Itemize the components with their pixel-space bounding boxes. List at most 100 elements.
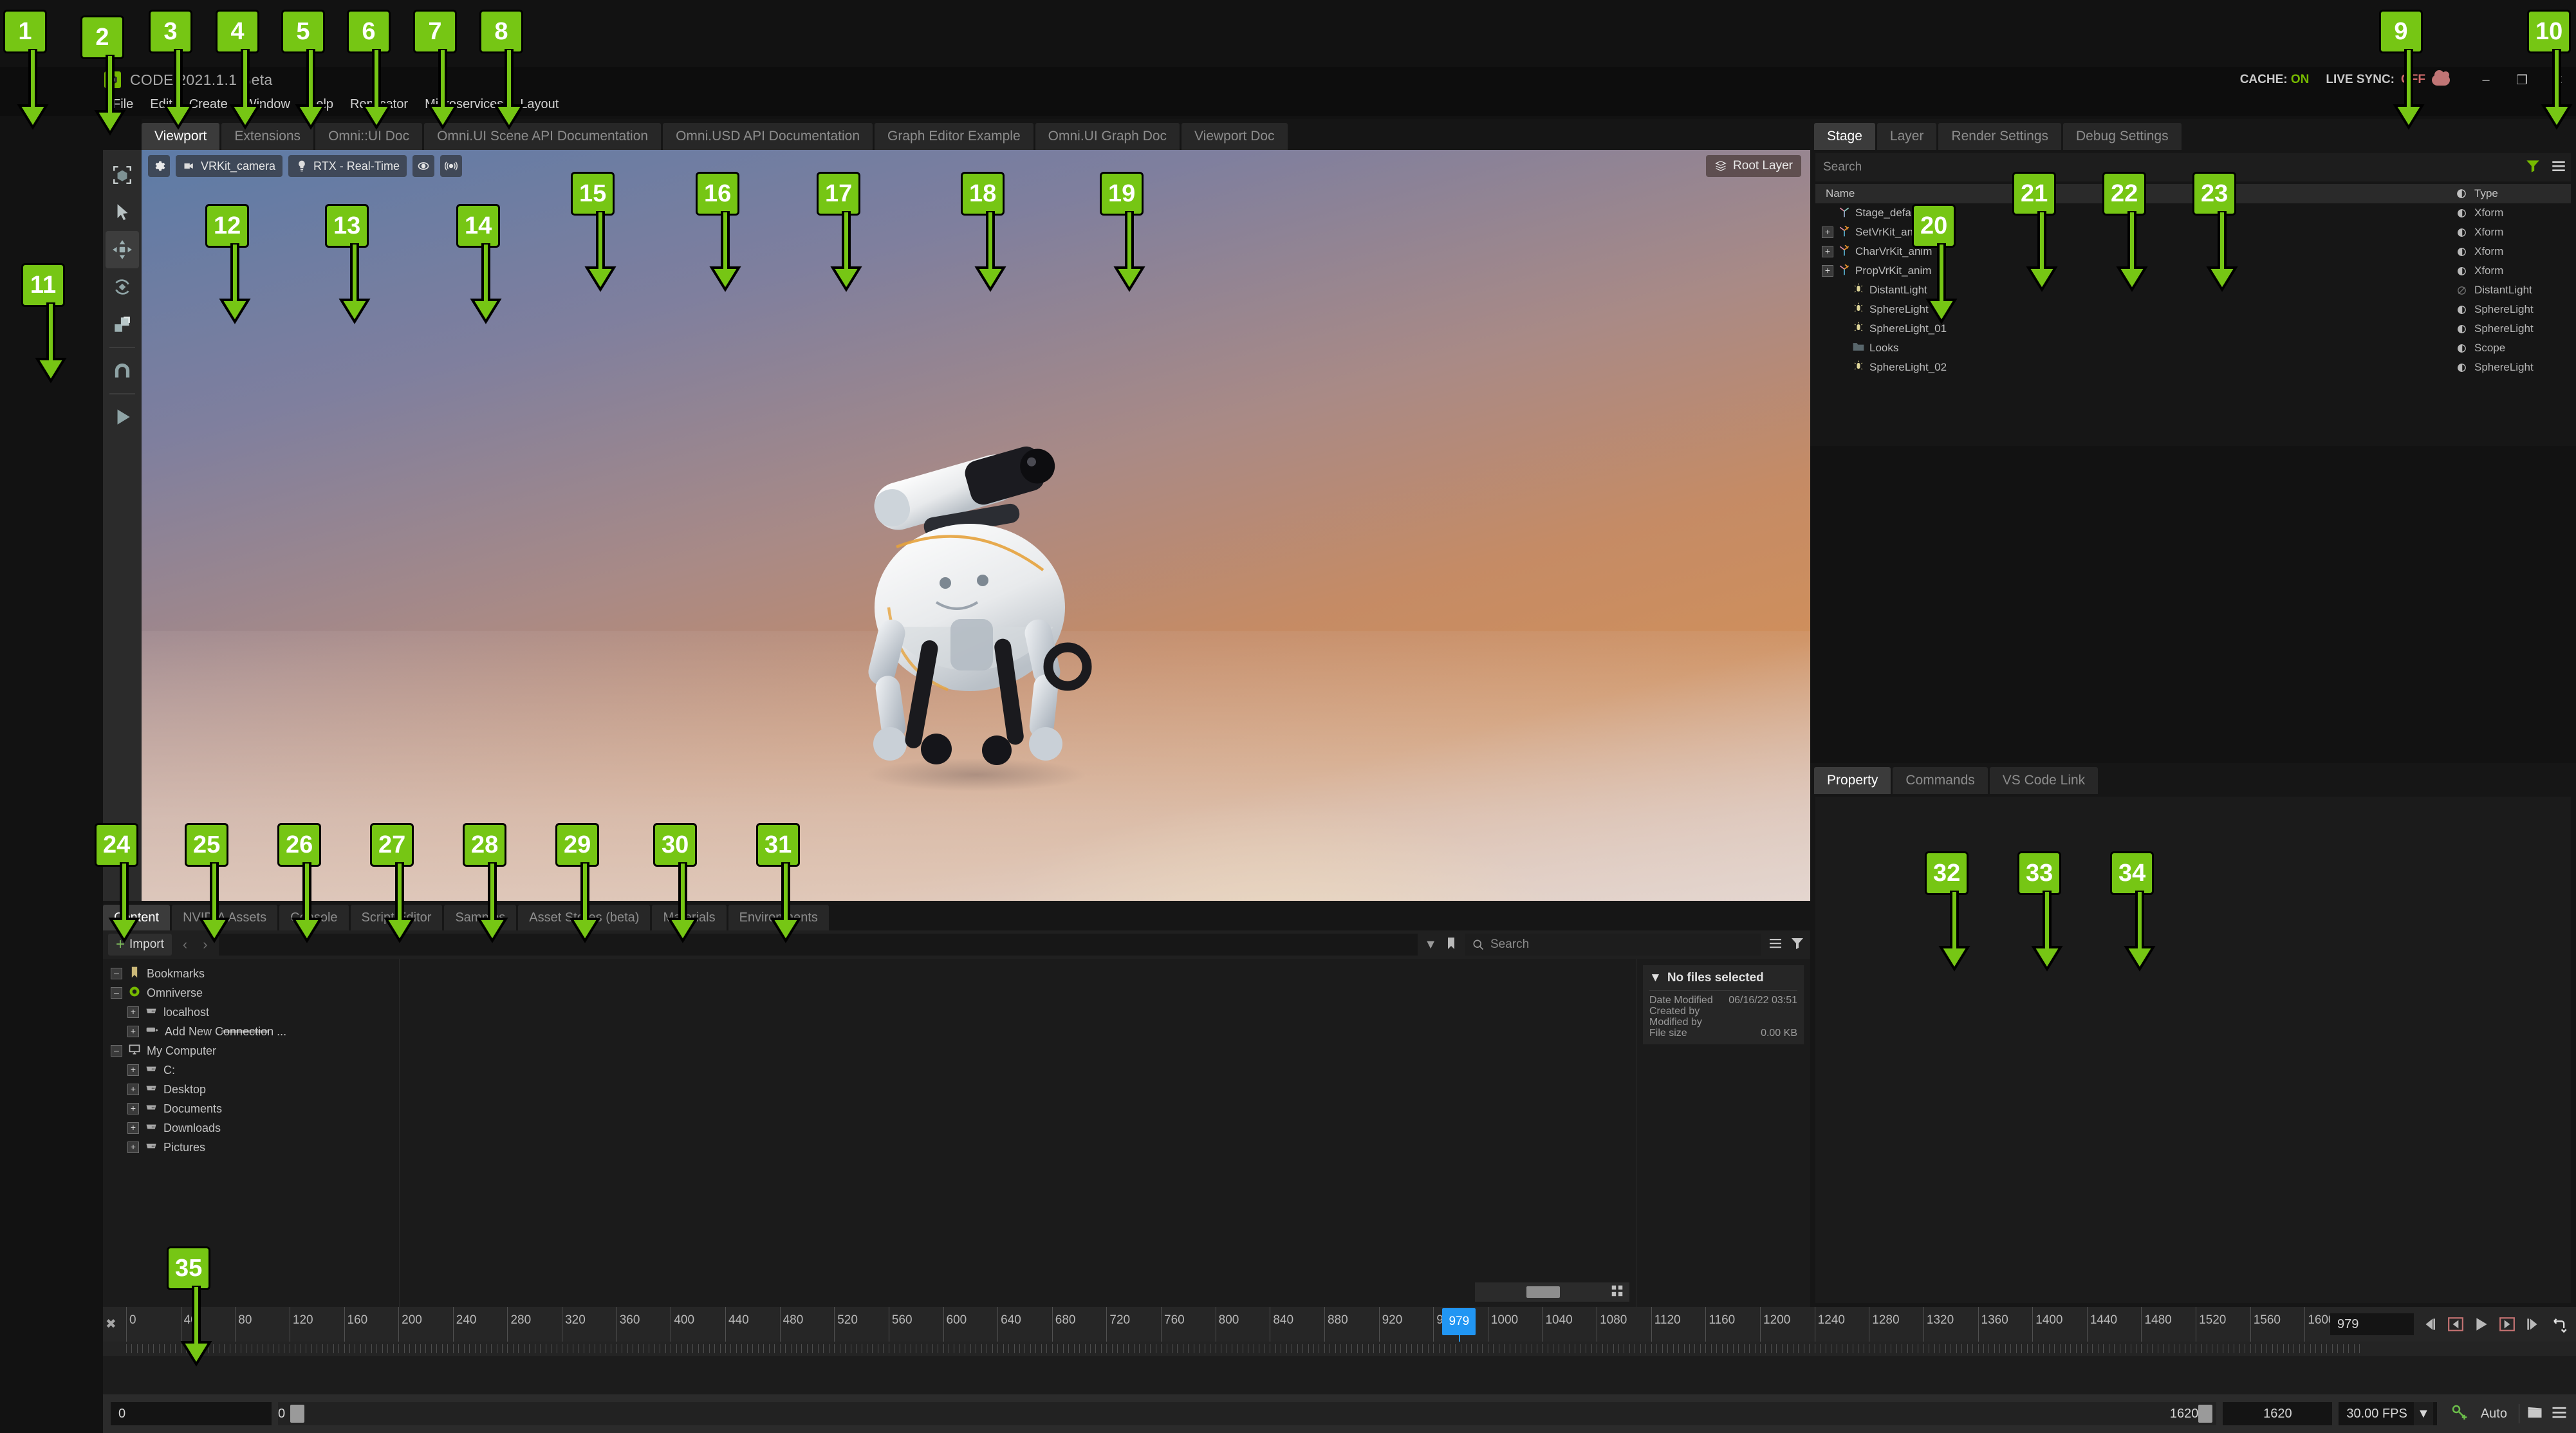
range-right-handle[interactable] [2198, 1405, 2213, 1423]
jump-start-icon[interactable] [2420, 1315, 2440, 1334]
tab-omni-ui-graph-doc[interactable]: Omni.UI Graph Doc [1035, 123, 1180, 150]
viewport-exposure-slider[interactable] [221, 1030, 269, 1033]
clapperboard-icon[interactable] [2526, 1403, 2544, 1425]
content-tree-item[interactable]: + Downloads [108, 1118, 399, 1138]
content-tree-item[interactable]: – My Computer [108, 1041, 399, 1060]
tab-omni-usd-api-documentation[interactable]: Omni.USD API Documentation [663, 123, 873, 150]
content-tree-item[interactable]: + Pictures [108, 1138, 399, 1157]
visibility-off-icon[interactable] [2449, 285, 2474, 296]
visibility-on-icon[interactable] [2449, 208, 2474, 219]
play-tool-button[interactable] [106, 398, 139, 436]
loop-button[interactable] [2549, 1315, 2568, 1334]
scale-tool-button[interactable] [106, 306, 139, 343]
timeline-playhead[interactable]: 979 [1442, 1308, 1476, 1342]
viewport-visibility-eye-icon[interactable] [412, 155, 435, 177]
timeline-close-icon[interactable]: ✖ [106, 1316, 116, 1332]
content-tree-item[interactable]: – Bookmarks [108, 964, 399, 983]
jump-end-icon[interactable] [2523, 1315, 2543, 1334]
add-keyframe-icon[interactable] [2450, 1403, 2469, 1425]
viewport-broadcast-icon[interactable] [440, 155, 463, 177]
callout-badge-9: 9 [2381, 12, 2425, 130]
tab-vs-code-link[interactable]: VS Code Link [1989, 767, 2099, 794]
minimize-button[interactable]: – [2468, 67, 2504, 93]
stage-tree-row[interactable]: SphereLight_02 SphereLight [1815, 358, 2571, 377]
stage-column-type: Type [2474, 187, 2498, 199]
tab-commands[interactable]: Commands [1893, 767, 1988, 794]
file-details-header[interactable]: ▼ No files selected [1649, 971, 1797, 985]
tree-expander-icon[interactable]: + [1822, 265, 1833, 277]
content-view-dropdown-icon[interactable]: ▼ [1424, 938, 1437, 952]
tab-debug-settings[interactable]: Debug Settings [2063, 123, 2182, 150]
start-frame-field[interactable]: 0 [111, 1402, 272, 1425]
content-tree-item[interactable]: + localhost [108, 1003, 399, 1022]
end-frame-field[interactable]: 1620 [2223, 1402, 2333, 1425]
visibility-on-icon[interactable] [2449, 266, 2474, 277]
content-tree-item[interactable]: – Omniverse [108, 983, 399, 1003]
grid-view-icon[interactable] [1610, 1284, 1624, 1301]
tab-graph-editor-example[interactable]: Graph Editor Example [875, 123, 1033, 150]
rotate-tool-button[interactable] [106, 268, 139, 306]
collapse-icon[interactable]: – [111, 968, 122, 979]
tab-stage[interactable]: Stage [1814, 123, 1875, 150]
thumbnail-zoom-slider[interactable] [1475, 1282, 1629, 1302]
visibility-on-icon[interactable] [2449, 343, 2474, 354]
content-tree-item[interactable]: + C: [108, 1060, 399, 1080]
content-list-view-icon[interactable] [1768, 936, 1783, 954]
step-back-icon[interactable] [2446, 1315, 2465, 1334]
move-tool-button[interactable] [106, 231, 139, 268]
tab-property[interactable]: Property [1814, 767, 1891, 794]
expand-icon[interactable]: + [127, 1006, 139, 1018]
viewport-camera-selector[interactable]: VRKit_camera [176, 155, 283, 177]
timeline-menu-icon[interactable] [2550, 1403, 2568, 1425]
tree-expander-icon[interactable]: + [1822, 246, 1833, 257]
viewport-settings-button[interactable] [148, 155, 170, 177]
expand-icon[interactable]: + [127, 1026, 139, 1037]
step-forward-icon[interactable] [2497, 1315, 2517, 1334]
range-left-handle[interactable] [290, 1405, 305, 1423]
select-box-tool-button[interactable] [106, 156, 139, 194]
visibility-on-icon[interactable] [2449, 246, 2474, 257]
current-frame-field[interactable]: 979 [2330, 1313, 2414, 1335]
timeline-minor-tick [1422, 1344, 1423, 1353]
fps-selector[interactable]: 30.00 FPS ▼ [2339, 1402, 2437, 1425]
content-tree-item[interactable]: + Desktop [108, 1080, 399, 1099]
visibility-on-icon[interactable] [2449, 304, 2474, 315]
thumbnail-zoom-handle[interactable] [1526, 1286, 1560, 1298]
collapse-icon[interactable]: – [111, 1045, 122, 1057]
expand-icon[interactable]: + [127, 1064, 139, 1076]
visibility-on-icon[interactable] [2449, 324, 2474, 335]
root-layer-button[interactable]: Root Layer [1706, 155, 1801, 177]
callout-number: 29 [557, 825, 598, 865]
expand-icon[interactable]: + [127, 1103, 139, 1114]
content-tree-item[interactable]: + Documents [108, 1099, 399, 1118]
visibility-on-icon[interactable] [2449, 227, 2474, 238]
timeline-ruler[interactable]: ✖ 0 40 80 120 160 200 240 280 320 360 400 440 480 520… [103, 1307, 2576, 1342]
content-filter-icon[interactable] [1790, 936, 1805, 954]
snap-magnet-tool-button[interactable] [106, 352, 139, 389]
viewport-renderer-selector[interactable]: RTX - Real-Time [288, 155, 407, 177]
stage-tree-row[interactable]: Looks Scope [1815, 338, 2571, 358]
content-file-grid[interactable] [399, 959, 1636, 1307]
nav-back-icon[interactable]: ‹ [178, 936, 192, 953]
content-search-field[interactable]: Search [1465, 934, 1761, 956]
stage-filter-icon[interactable] [2525, 158, 2541, 178]
expand-icon[interactable]: + [127, 1122, 139, 1134]
expand-icon[interactable]: + [127, 1084, 139, 1095]
select-pointer-tool-button[interactable] [106, 194, 139, 231]
expand-icon[interactable]: + [127, 1142, 139, 1153]
tab-layer[interactable]: Layer [1876, 123, 1937, 150]
collapse-icon[interactable]: – [111, 987, 122, 999]
auto-key-label[interactable]: Auto [2476, 1407, 2512, 1421]
stage-search-field[interactable]: Search [1815, 153, 2571, 181]
play-button[interactable] [2472, 1315, 2491, 1334]
tab-viewport-doc[interactable]: Viewport Doc [1181, 123, 1288, 150]
timeline-tick-label: 1440 [2090, 1313, 2118, 1327]
visibility-on-icon[interactable] [2449, 362, 2474, 373]
timeline-range-bar[interactable]: 0 1620 [278, 1402, 2217, 1425]
fps-dropdown-icon[interactable]: ▼ [2413, 1402, 2433, 1425]
tree-expander-icon[interactable]: + [1822, 227, 1833, 238]
content-bookmark-icon[interactable] [1443, 935, 1459, 955]
tab-render-settings[interactable]: Render Settings [1938, 123, 2062, 150]
stage-options-menu-icon[interactable] [2550, 158, 2567, 178]
timeline-minor-tick [1161, 1344, 1162, 1353]
